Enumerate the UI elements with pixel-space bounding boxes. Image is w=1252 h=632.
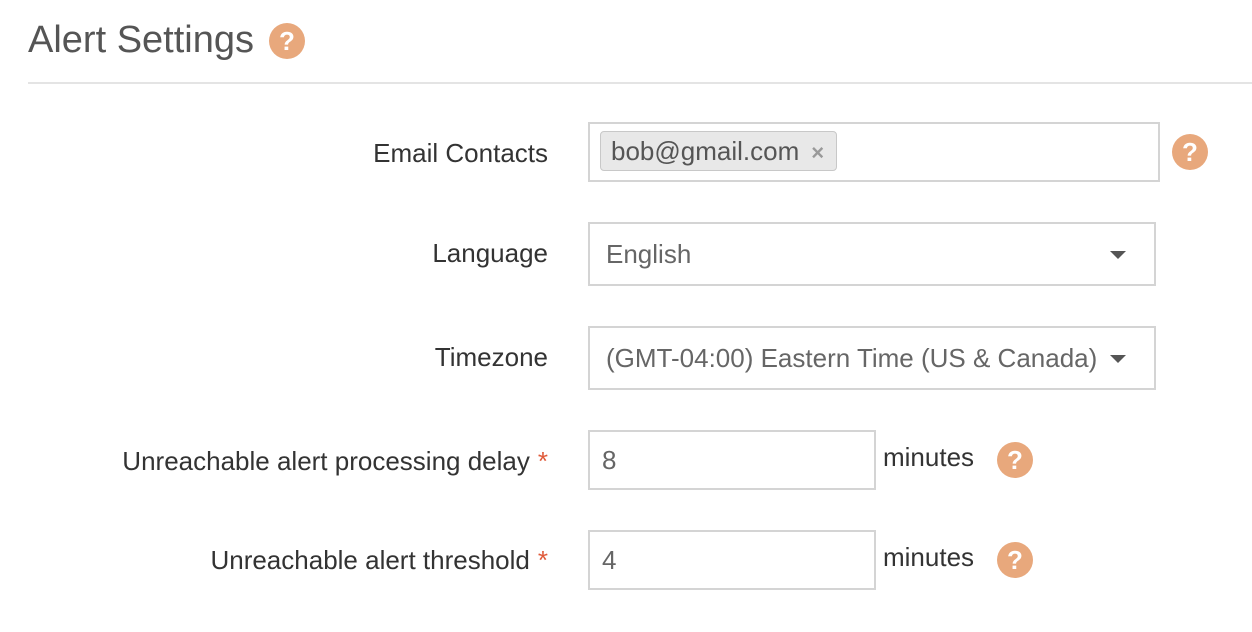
processing-delay-unit: minutes bbox=[883, 442, 975, 472]
processing-delay-label-text: Unreachable alert processing delay bbox=[122, 446, 530, 476]
language-label: Language bbox=[432, 238, 548, 268]
email-contacts-help-icon[interactable]: ? bbox=[1172, 134, 1208, 170]
threshold-label: Unreachable alert threshold * bbox=[210, 544, 548, 576]
title-help-icon[interactable]: ? bbox=[269, 23, 305, 59]
processing-delay-help-icon[interactable]: ? bbox=[997, 442, 1033, 478]
threshold-help-icon[interactable]: ? bbox=[997, 542, 1033, 578]
threshold-input[interactable] bbox=[588, 530, 876, 590]
timezone-label: Timezone bbox=[434, 342, 548, 372]
required-marker: * bbox=[537, 545, 548, 575]
language-select[interactable]: English bbox=[588, 222, 1156, 286]
page-title: Alert Settings bbox=[28, 19, 254, 61]
timezone-selected-value: (GMT-04:00) Eastern Time (US & Canada) bbox=[606, 343, 1098, 373]
language-selected-value: English bbox=[606, 239, 692, 269]
caret-down-icon bbox=[1110, 355, 1126, 363]
required-marker: * bbox=[537, 446, 548, 476]
alert-settings-page: Alert Settings ? Email Contacts bob@gmai… bbox=[0, 0, 1252, 632]
tag-remove-icon[interactable]: × bbox=[811, 134, 824, 172]
processing-delay-input[interactable] bbox=[588, 430, 876, 490]
email-contacts-label: Email Contacts bbox=[373, 138, 548, 168]
timezone-select[interactable]: (GMT-04:00) Eastern Time (US & Canada) bbox=[588, 326, 1156, 390]
processing-delay-label: Unreachable alert processing delay * bbox=[122, 445, 548, 477]
page-header: Alert Settings ? bbox=[28, 12, 1252, 84]
threshold-unit: minutes bbox=[883, 542, 975, 572]
email-tag: bob@gmail.com × bbox=[600, 131, 838, 172]
email-tag-text: bob@gmail.com bbox=[611, 136, 800, 166]
threshold-label-text: Unreachable alert threshold bbox=[210, 545, 530, 575]
email-contacts-field[interactable]: bob@gmail.com × bbox=[588, 122, 1160, 182]
caret-down-icon bbox=[1110, 251, 1126, 259]
